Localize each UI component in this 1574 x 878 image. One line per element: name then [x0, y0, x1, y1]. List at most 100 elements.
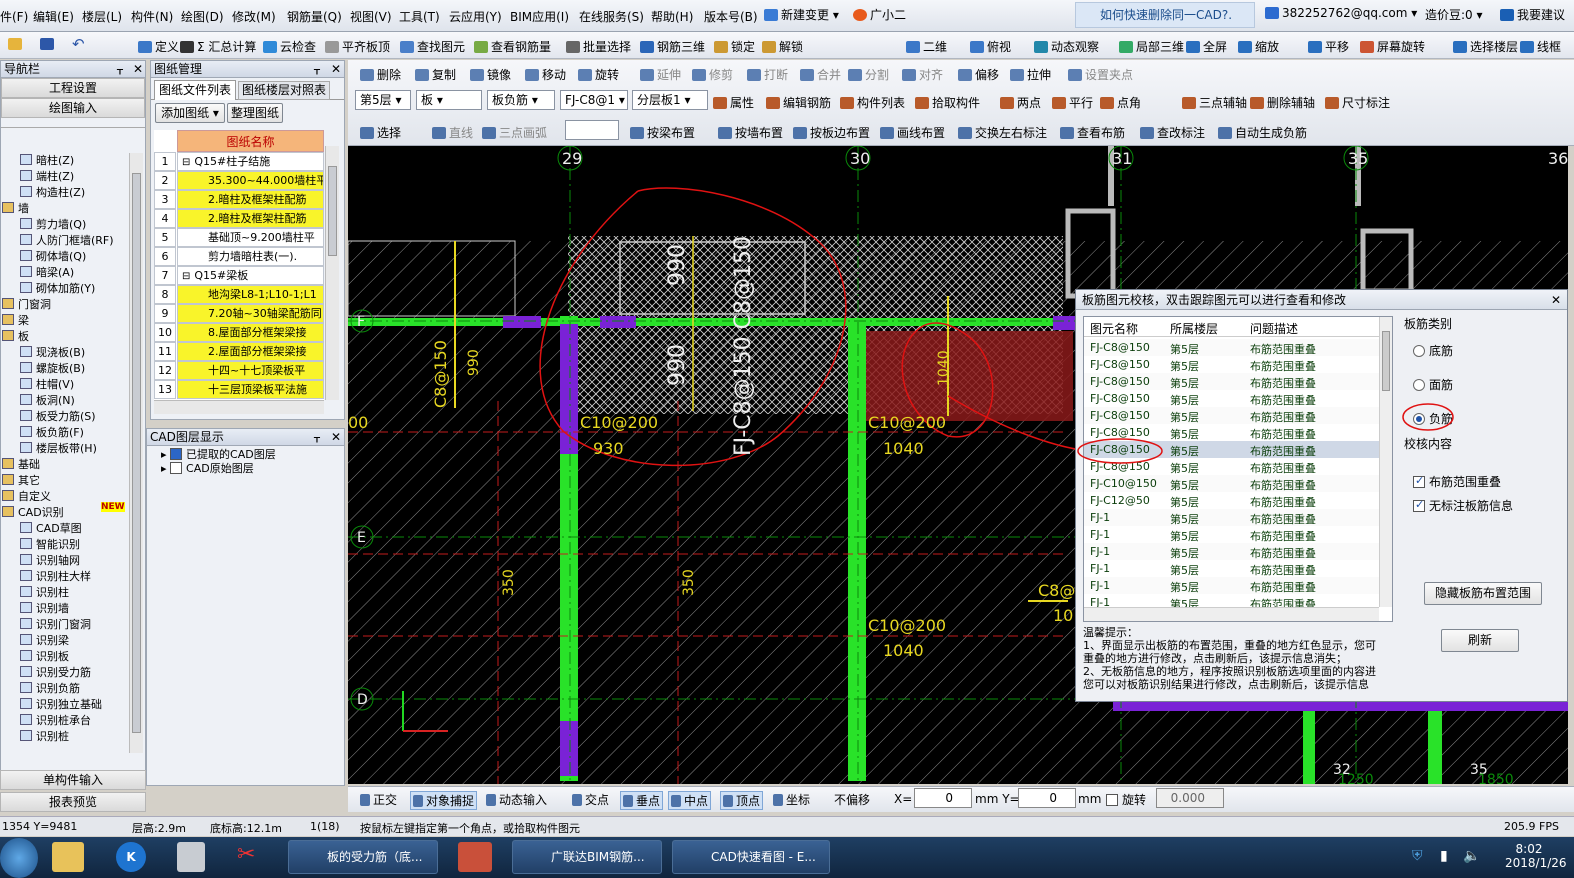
original-layers-item[interactable]: ▸ CAD原始图层 [161, 462, 344, 476]
checkbox-icon[interactable] [170, 462, 183, 474]
undo-icon[interactable]: ↶ [72, 35, 85, 53]
nav-tree-item[interactable]: 暗梁(A) [20, 264, 74, 280]
nav-tree-item[interactable]: 识别板 [20, 648, 69, 664]
nav-tree-item[interactable]: 墙 [2, 200, 29, 216]
calculator-icon[interactable] [177, 842, 205, 872]
pin-icon[interactable]: ᚁ [117, 61, 123, 77]
layout-tool-button[interactable]: 自动生成负筋 [1218, 124, 1307, 141]
edit-tool-button[interactable]: 移动 [525, 66, 566, 83]
organize-drawing-button[interactable]: 整理图纸 [227, 103, 283, 123]
snap-button[interactable]: 垂点 [620, 791, 664, 810]
edit-tool-button[interactable]: 删除 [360, 66, 401, 83]
open-icon[interactable] [8, 37, 25, 51]
drawing-row[interactable]: ⊟ Q15#梁板 [177, 266, 324, 285]
k-app-icon[interactable]: K [116, 842, 146, 872]
task-glodon[interactable]: 广联达BIM钢筋... [512, 840, 662, 874]
toolbar-button[interactable]: 屏幕旋转 [1360, 38, 1425, 55]
element-tool-button[interactable]: 删除辅轴 [1250, 94, 1315, 111]
drawing-row[interactable]: 剪力墙暗柱表(一). [177, 247, 324, 266]
toolbar-button[interactable]: 云检查 [263, 38, 316, 55]
extracted-layers-item[interactable]: ▸ 已提取的CAD图层 [161, 448, 344, 462]
toolbar-button[interactable]: 选择楼层 [1453, 38, 1518, 55]
feedback-button[interactable]: 我要建议 [1500, 6, 1565, 23]
nav-tree-item[interactable]: 识别柱 [20, 584, 69, 600]
nav-tree-item[interactable]: 自定义 [2, 488, 51, 504]
layout-tool-button[interactable]: 三点画弧 [482, 124, 547, 141]
drawing-row[interactable]: 十四~十七顶梁板平 [177, 361, 324, 380]
nav-tree-item[interactable]: 识别轴网 [20, 552, 80, 568]
nav-tree-item[interactable]: 智能识别 [20, 536, 80, 552]
drawing-row[interactable]: 基础顶~9.200墙柱平 [177, 228, 324, 247]
category-select[interactable]: 板 ▾ [416, 90, 482, 110]
menu-item[interactable]: 编辑(E) [33, 8, 74, 25]
toolbar-button[interactable]: 批量选择 [566, 38, 631, 55]
toolbar-button[interactable]: 定义 [138, 38, 179, 55]
edit-tool-button[interactable]: 镜像 [470, 66, 511, 83]
nav-tree-item[interactable]: 构造柱(Z) [20, 184, 85, 200]
close-icon[interactable]: ✕ [331, 61, 341, 77]
toolbar-button[interactable]: 二维 [906, 38, 947, 55]
close-icon[interactable]: ✕ [331, 429, 341, 445]
element-select[interactable]: FJ-C8@1 ▾ [560, 90, 628, 110]
toolbar-button[interactable]: 平移 [1308, 38, 1349, 55]
element-tool-button[interactable]: 平行 [1052, 94, 1093, 111]
nav-tree-item[interactable]: 现浇板(B) [20, 344, 85, 360]
menu-item[interactable]: 帮助(H) [651, 8, 693, 25]
report-preview-button[interactable]: 报表预览 [0, 792, 146, 812]
drawing-row[interactable]: 8.屋面部分框架梁接 [177, 323, 324, 342]
layout-tool-button[interactable]: 按梁布置 [630, 124, 695, 141]
nav-tree-item[interactable]: 板 [2, 328, 29, 344]
pin-icon[interactable]: ᚁ [314, 61, 320, 77]
nav-tree-item[interactable]: 螺旋板(B) [20, 360, 85, 376]
arc-mode-select[interactable] [565, 120, 619, 140]
layout-tool-button[interactable]: 按板边布置 [793, 124, 870, 141]
snap-button[interactable]: 不偏移 [834, 791, 870, 808]
toolbar-button[interactable]: 局部三维 [1119, 38, 1184, 55]
drawings-hscroll[interactable] [154, 400, 324, 414]
edit-tool-button[interactable]: 延伸 [640, 66, 681, 83]
tab-floor-map[interactable]: 图纸楼层对照表 [238, 81, 330, 100]
project-settings-button[interactable]: 工程设置 [1, 78, 145, 98]
element-tool-button[interactable]: 编辑钢筋 [766, 94, 831, 111]
nav-tree-item[interactable]: 门窗洞 [2, 296, 51, 312]
toolbar-button[interactable]: 锁定 [714, 38, 755, 55]
drawing-row[interactable]: 地沟梁L8-1;L10-1;L1 [177, 285, 324, 304]
layout-tool-button[interactable]: 直线 [432, 124, 473, 141]
toolbar-button[interactable]: 钢筋三维 [640, 38, 705, 55]
element-tool-button[interactable]: 构件列表 [840, 94, 905, 111]
toolbar-button[interactable]: 查看钢筋量 [474, 38, 551, 55]
nav-tree-item[interactable]: 砌体墙(Q) [20, 248, 86, 264]
nav-tree-item[interactable]: 楼层板带(H) [20, 440, 97, 456]
menu-item[interactable]: BIM应用(I) [510, 8, 569, 25]
layout-tool-button[interactable]: 按墙布置 [718, 124, 783, 141]
account-menu[interactable]: 382252762@qq.com ▾ [1265, 6, 1417, 20]
nav-tree-item[interactable]: 识别受力筋 [20, 664, 91, 680]
nav-tree-item[interactable]: 其它 [2, 472, 40, 488]
layer-select[interactable]: 分层板1 ▾ [632, 90, 708, 110]
floor-select[interactable]: 第5层 ▾ [355, 90, 411, 110]
toolbar-button[interactable]: 缩放 [1238, 38, 1279, 55]
nav-tree-item[interactable]: 板受力筋(S) [20, 408, 96, 424]
save-icon[interactable] [40, 37, 57, 51]
menu-item[interactable]: 版本号(B) [704, 8, 758, 25]
nav-scrollbar[interactable] [129, 153, 143, 753]
task-browser[interactable]: 板的受力筋（底... [288, 840, 438, 874]
drawing-row[interactable]: 7.20轴~30轴梁配筋同 [177, 304, 324, 323]
toolbar-button[interactable]: 线框 [1520, 38, 1561, 55]
element-tool-button[interactable]: 拾取构件 [915, 94, 980, 111]
nav-tree-item[interactable]: 暗柱(Z) [20, 152, 74, 168]
toolbar-button[interactable]: Σ 汇总计算 [180, 38, 256, 55]
rotate-input[interactable]: 0.000 [1156, 788, 1224, 808]
network-icon[interactable]: ▮ [1440, 848, 1448, 864]
menu-item[interactable]: 绘图(D) [181, 8, 224, 25]
y-input[interactable]: 0 [1018, 788, 1076, 808]
start-button[interactable] [0, 838, 38, 878]
nav-tree-item[interactable]: 识别独立基础 [20, 696, 102, 712]
toolbar-button[interactable]: 全屏 [1186, 38, 1227, 55]
element-tool-button[interactable]: 两点 [1000, 94, 1041, 111]
nav-tree-item[interactable]: 识别桩 [20, 728, 69, 744]
layout-tool-button[interactable]: 交换左右标注 [958, 124, 1047, 141]
drawing-row[interactable]: ⊟ Q15#柱子结施 [177, 152, 324, 171]
task-cad-viewer[interactable]: CAD快速看图 - E... [672, 840, 830, 874]
nav-tree-item[interactable]: 识别墙 [20, 600, 69, 616]
